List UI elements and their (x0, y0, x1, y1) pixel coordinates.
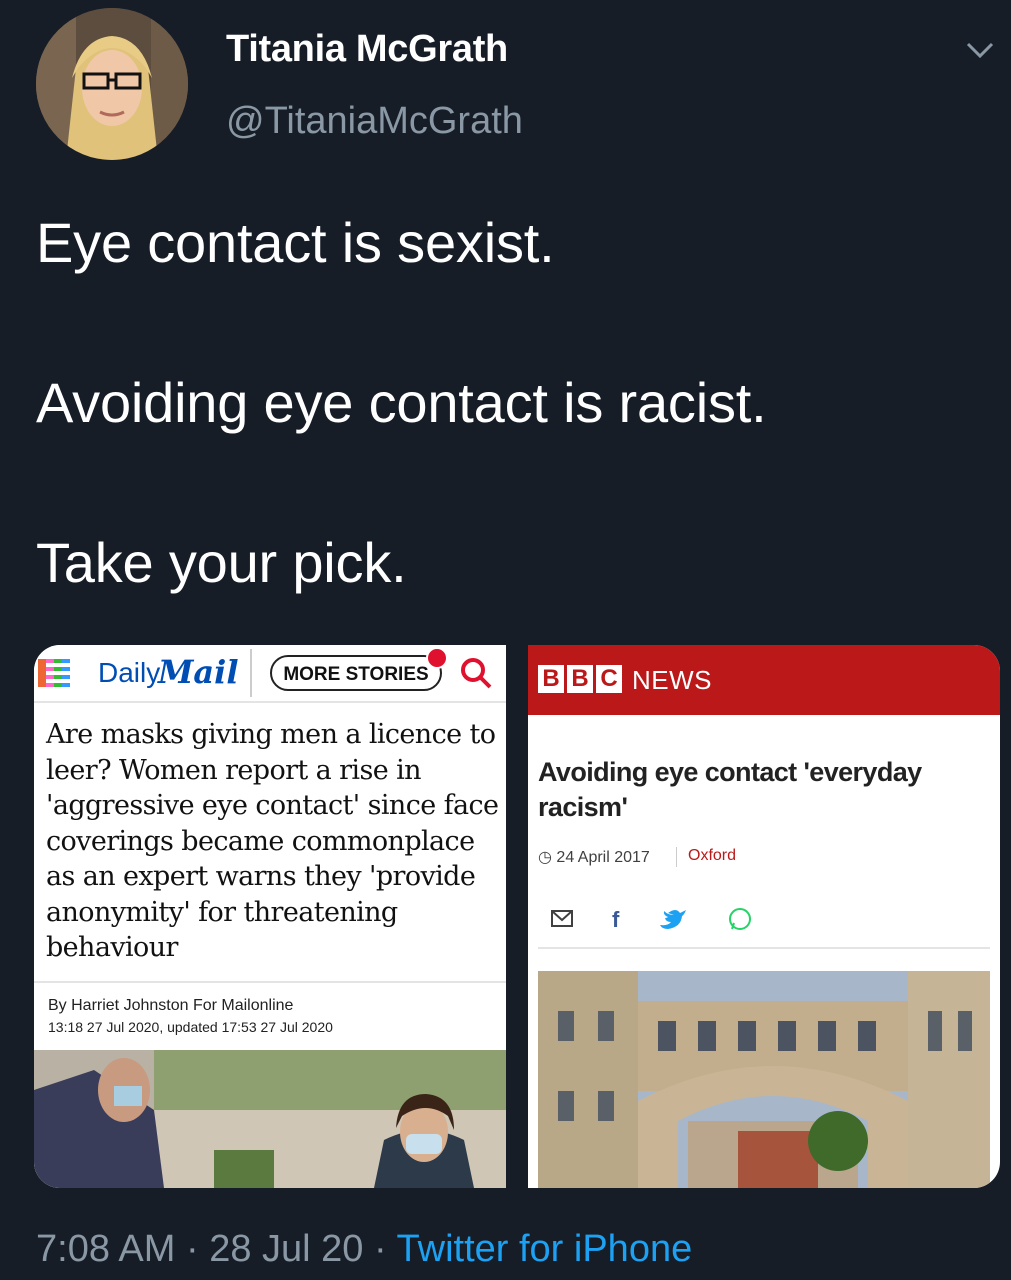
email-icon (551, 910, 573, 927)
divider (34, 981, 506, 983)
tweet-source-link[interactable]: Twitter for iPhone (397, 1228, 693, 1270)
bbc-logo-letter: C (596, 665, 622, 693)
handle[interactable]: @TitaniaMcGrath (226, 100, 523, 143)
facebook-icon: f (612, 907, 620, 932)
bbc-logo-letter: B (538, 665, 564, 693)
search-icon (458, 655, 494, 691)
more-stories-button: MORE STORIES (270, 655, 442, 691)
notification-dot (426, 647, 448, 669)
tweet-date[interactable]: 28 Jul 20 (209, 1228, 363, 1270)
share-bar: f (550, 903, 790, 933)
dm-timestamp: 13:18 27 Jul 2020, updated 17:53 27 Jul … (48, 1019, 333, 1035)
dm-logo-mail: Mail (158, 653, 239, 691)
dm-photo (34, 1050, 506, 1188)
bbc-logo: BBC (538, 665, 625, 693)
bbc-headline: Avoiding eye contact 'everyday racism' (538, 757, 922, 822)
separator-dot: · (374, 1228, 387, 1270)
tweet-text-line: Eye contact is sexist. (36, 211, 555, 274)
whatsapp-icon (729, 908, 751, 930)
daily-mail-screenshot[interactable]: Daily Mail MORE STORIES Are masks giving… (34, 645, 506, 1188)
divider (34, 701, 506, 703)
dm-headline: Are masks giving men a licence to leer? … (46, 719, 499, 963)
bbc-location: Oxford (688, 847, 737, 864)
clock-icon: ◷ (538, 849, 552, 866)
bbc-date: ◷ 24 April 2017 (538, 847, 650, 867)
bbc-logo-letter: B (567, 665, 593, 693)
chevron-down-icon[interactable] (960, 30, 1000, 70)
divider (250, 649, 252, 697)
avatar-photo (36, 8, 188, 160)
separator-dot: · (185, 1228, 199, 1270)
tweet-metadata: 7:08 AM · 28 Jul 20 · Twitter for iPhone (36, 1228, 692, 1271)
dm-byline: By Harriet Johnston For Mailonline (48, 997, 294, 1014)
dm-logo-daily: Daily (98, 657, 161, 688)
bbc-photo-bridge-of-sighs (538, 971, 990, 1188)
display-name[interactable]: Titania McGrath (226, 28, 508, 71)
divider (538, 947, 990, 949)
tweet-text-line: Avoiding eye contact is racist. (36, 371, 767, 434)
bbc-date-text: 24 April 2017 (556, 849, 650, 866)
media-gap (506, 645, 528, 1188)
divider (676, 847, 677, 867)
avatar[interactable] (36, 8, 188, 160)
tweet-text-line: Take your pick. (36, 531, 407, 594)
tweet-time: 7:08 AM (36, 1228, 176, 1270)
tweet-media[interactable]: Daily Mail MORE STORIES Are masks giving… (34, 645, 1000, 1188)
bbc-screenshot[interactable]: BBC NEWS Avoiding eye contact 'everyday … (528, 645, 1000, 1188)
menu-icon (36, 655, 80, 691)
bbc-news-label: NEWS (632, 665, 712, 695)
twitter-icon (660, 910, 686, 929)
